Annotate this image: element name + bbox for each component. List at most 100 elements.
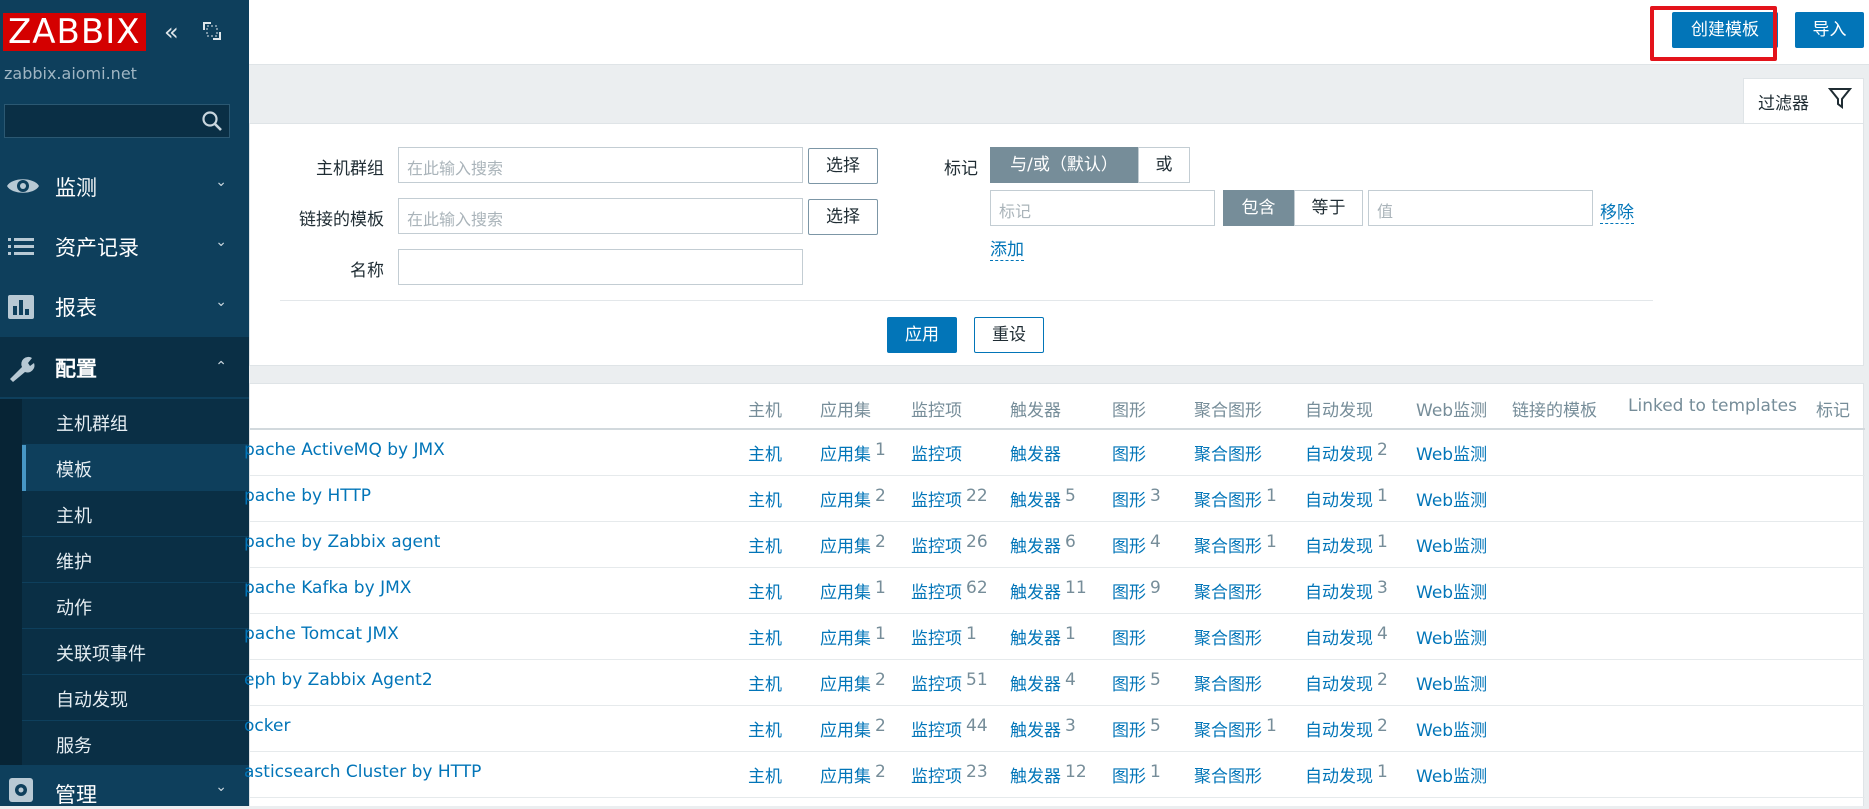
- submenu-item-host-groups[interactable]: 主机群组: [22, 399, 249, 445]
- name-input[interactable]: [398, 249, 803, 285]
- submenu-item-actions[interactable]: 动作: [22, 583, 249, 629]
- discovery-link[interactable]: 自动发现: [1305, 624, 1373, 649]
- menu-reports[interactable]: 报表 ⌄: [0, 276, 249, 336]
- items-link[interactable]: 监控项: [911, 440, 962, 465]
- template-name-link[interactable]: pache Tomcat JMX: [244, 624, 399, 644]
- items-link[interactable]: 监控项: [911, 532, 962, 557]
- items-link[interactable]: 监控项: [911, 670, 962, 695]
- graphs-link[interactable]: 图形: [1112, 670, 1146, 695]
- hosts-link[interactable]: 主机: [748, 624, 782, 649]
- sidebar-search-input[interactable]: [4, 104, 230, 138]
- items-link[interactable]: 监控项: [911, 624, 962, 649]
- discovery-link[interactable]: 自动发现: [1305, 532, 1373, 557]
- graphs-link[interactable]: 图形: [1112, 624, 1146, 649]
- template-name-link[interactable]: ocker: [244, 716, 290, 736]
- hosts-link[interactable]: 主机: [748, 532, 782, 557]
- web-link[interactable]: Web监测: [1416, 762, 1487, 787]
- tag-mode-or-toggle[interactable]: 或: [1138, 147, 1190, 183]
- template-name-link[interactable]: pache by Zabbix agent: [244, 532, 440, 552]
- operator-contains-toggle[interactable]: 包含: [1223, 190, 1294, 226]
- applications-link[interactable]: 应用集: [820, 486, 871, 511]
- discovery-link[interactable]: 自动发现: [1305, 486, 1373, 511]
- hosts-link[interactable]: 主机: [748, 486, 782, 511]
- discovery-link[interactable]: 自动发现: [1305, 716, 1373, 741]
- screens-link[interactable]: 聚合图形: [1194, 532, 1262, 557]
- screens-link[interactable]: 聚合图形: [1194, 624, 1262, 649]
- graphs-link[interactable]: 图形: [1112, 486, 1146, 511]
- items-link[interactable]: 监控项: [911, 578, 962, 603]
- hosts-link[interactable]: 主机: [748, 716, 782, 741]
- applications-link[interactable]: 应用集: [820, 624, 871, 649]
- menu-configuration[interactable]: 配置 ⌃: [0, 337, 249, 397]
- submenu-item-templates[interactable]: 模板: [22, 445, 249, 491]
- applications-link[interactable]: 应用集: [820, 440, 871, 465]
- triggers-link[interactable]: 触发器: [1010, 716, 1061, 741]
- applications-link[interactable]: 应用集: [820, 716, 871, 741]
- filter-tab[interactable]: 过滤器: [1743, 78, 1864, 124]
- template-name-link[interactable]: eph by Zabbix Agent2: [244, 670, 433, 690]
- discovery-link[interactable]: 自动发现: [1305, 762, 1373, 787]
- triggers-link[interactable]: 触发器: [1010, 762, 1061, 787]
- graphs-link[interactable]: 图形: [1112, 716, 1146, 741]
- host-group-input[interactable]: 在此输入搜索: [398, 147, 803, 183]
- graphs-link[interactable]: 图形: [1112, 532, 1146, 557]
- applications-link[interactable]: 应用集: [820, 578, 871, 603]
- template-name-link[interactable]: pache ActiveMQ by JMX: [244, 440, 445, 460]
- host-group-select-button[interactable]: 选择: [808, 148, 878, 184]
- web-link[interactable]: Web监测: [1416, 486, 1487, 511]
- collapse-sidebar-icon[interactable]: «: [164, 18, 179, 46]
- template-name-link[interactable]: asticsearch Cluster by HTTP: [244, 762, 481, 782]
- hosts-link[interactable]: 主机: [748, 578, 782, 603]
- items-link[interactable]: 监控项: [911, 486, 962, 511]
- triggers-link[interactable]: 触发器: [1010, 532, 1061, 557]
- applications-link[interactable]: 应用集: [820, 532, 871, 557]
- zabbix-logo[interactable]: ZABBIX: [3, 13, 146, 51]
- triggers-link[interactable]: 触发器: [1010, 578, 1061, 603]
- triggers-link[interactable]: 触发器: [1010, 624, 1061, 649]
- menu-inventory[interactable]: 资产记录 ⌄: [0, 216, 249, 276]
- remove-tag-link[interactable]: 移除: [1600, 198, 1634, 224]
- menu-administration[interactable]: 管理 ⌄: [0, 765, 249, 807]
- web-link[interactable]: Web监测: [1416, 716, 1487, 741]
- graphs-link[interactable]: 图形: [1112, 440, 1146, 465]
- tag-value-input[interactable]: 值: [1368, 190, 1593, 226]
- web-link[interactable]: Web监测: [1416, 670, 1487, 695]
- linked-templates-input[interactable]: 在此输入搜索: [398, 198, 803, 234]
- submenu-item-discovery[interactable]: 自动发现: [22, 675, 249, 721]
- discovery-link[interactable]: 自动发现: [1305, 578, 1373, 603]
- items-link[interactable]: 监控项: [911, 716, 962, 741]
- triggers-link[interactable]: 触发器: [1010, 440, 1061, 465]
- web-link[interactable]: Web监测: [1416, 440, 1487, 465]
- hosts-link[interactable]: 主机: [748, 440, 782, 465]
- discovery-link[interactable]: 自动发现: [1305, 670, 1373, 695]
- web-link[interactable]: Web监测: [1416, 578, 1487, 603]
- import-button[interactable]: 导入: [1795, 12, 1864, 48]
- hosts-link[interactable]: 主机: [748, 762, 782, 787]
- kiosk-mode-icon[interactable]: [201, 20, 223, 48]
- screens-link[interactable]: 聚合图形: [1194, 440, 1262, 465]
- triggers-link[interactable]: 触发器: [1010, 486, 1061, 511]
- submenu-item-hosts[interactable]: 主机: [22, 491, 249, 537]
- template-name-link[interactable]: pache by HTTP: [244, 486, 371, 506]
- screens-link[interactable]: 聚合图形: [1194, 716, 1262, 741]
- menu-monitoring[interactable]: 监测 ⌄: [0, 156, 249, 216]
- triggers-link[interactable]: 触发器: [1010, 670, 1061, 695]
- hosts-link[interactable]: 主机: [748, 670, 782, 695]
- web-link[interactable]: Web监测: [1416, 624, 1487, 649]
- items-link[interactable]: 监控项: [911, 762, 962, 787]
- reset-button[interactable]: 重设: [974, 317, 1044, 353]
- discovery-link[interactable]: 自动发现: [1305, 440, 1373, 465]
- linked-templates-select-button[interactable]: 选择: [808, 199, 878, 235]
- graphs-link[interactable]: 图形: [1112, 578, 1146, 603]
- screens-link[interactable]: 聚合图形: [1194, 486, 1262, 511]
- screens-link[interactable]: 聚合图形: [1194, 578, 1262, 603]
- screens-link[interactable]: 聚合图形: [1194, 670, 1262, 695]
- submenu-item-correlation[interactable]: 关联项事件: [22, 629, 249, 675]
- operator-equals-toggle[interactable]: 等于: [1294, 190, 1363, 226]
- add-tag-link[interactable]: 添加: [990, 235, 1024, 261]
- search-icon[interactable]: [201, 110, 223, 136]
- submenu-item-maintenance[interactable]: 维护: [22, 537, 249, 583]
- applications-link[interactable]: 应用集: [820, 670, 871, 695]
- apply-button[interactable]: 应用: [887, 317, 957, 353]
- tag-mode-and-or-toggle[interactable]: 与/或（默认）: [990, 147, 1138, 183]
